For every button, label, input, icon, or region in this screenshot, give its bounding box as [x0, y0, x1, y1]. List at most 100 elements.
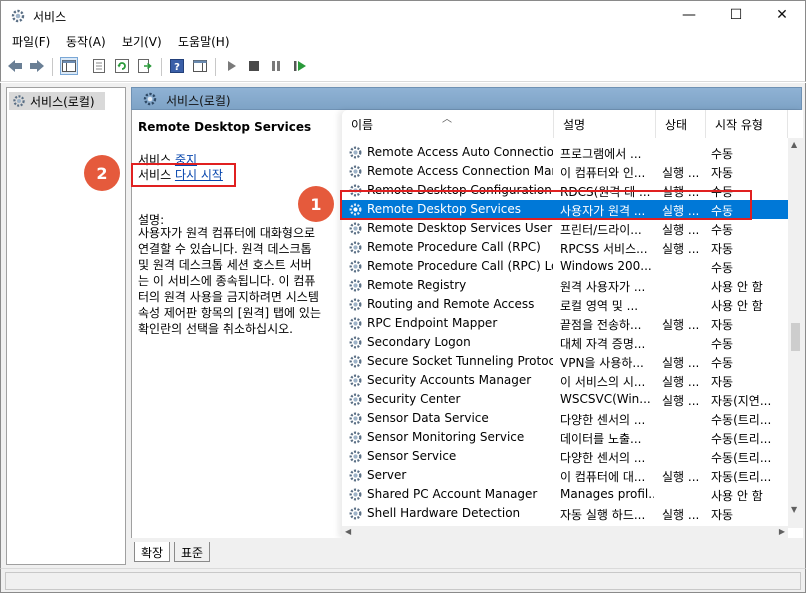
service-description-cell: 이 컴퓨터와 인...	[560, 166, 646, 180]
restart-icon	[294, 61, 306, 71]
service-startup-type: 수동	[711, 204, 734, 218]
refresh-button[interactable]	[113, 57, 131, 75]
menu-file[interactable]: 파일(F)	[12, 33, 50, 50]
column-label-description: 설명	[563, 117, 586, 132]
service-gear-icon	[349, 165, 362, 178]
service-row[interactable]: Security Center WSCSVC(Win... 실행 ... 자동(지연.…	[342, 390, 788, 409]
service-row[interactable]: Remote Desktop Configuration RDCS(원격 데 ..…	[342, 181, 788, 200]
service-gear-icon	[349, 260, 362, 273]
action-pane-icon	[193, 60, 207, 72]
service-row[interactable]: Remote Registry 원격 사용자가 ... 사용 안 함	[342, 276, 788, 295]
service-row-selected[interactable]: Remote Desktop Services 사용자가 원격 ... 실행 ...…	[342, 200, 788, 219]
service-description-cell: 사용자가 원격 ...	[560, 204, 646, 218]
start-service-button[interactable]	[223, 57, 241, 75]
service-startup-type: 수동	[711, 185, 734, 199]
service-gear-icon	[349, 279, 362, 292]
back-button[interactable]	[6, 57, 24, 75]
minimize-icon: —	[682, 7, 696, 23]
service-row[interactable]: Remote Access Auto Connectio... 프로그램에서 ..…	[342, 143, 788, 162]
service-status: 실행 ...	[662, 375, 700, 389]
service-gear-icon	[349, 355, 362, 368]
service-row[interactable]: Shared PC Account Manager Manages profil.…	[342, 485, 788, 504]
service-row[interactable]: Security Accounts Manager 이 서비스의 시... 실행 .…	[342, 371, 788, 390]
vertical-scrollbar[interactable]: ▲ ▼	[788, 138, 803, 528]
service-description-cell: RDCS(원격 데 ...	[560, 185, 651, 199]
service-description-cell: 끝점을 전송하...	[560, 318, 642, 332]
service-name: Remote Registry	[367, 278, 467, 292]
service-row[interactable]: Remote Procedure Call (RPC) RPCSS 서비스... 실…	[342, 238, 788, 257]
selected-service-title: Remote Desktop Services	[138, 120, 312, 134]
service-row[interactable]: Sensor Data Service 다양한 센서의 ... 수동(트리...	[342, 409, 788, 428]
pause-service-button[interactable]	[267, 57, 285, 75]
maximize-button[interactable]: ☐	[713, 0, 759, 30]
close-button[interactable]: ✕	[759, 0, 805, 30]
properties-button[interactable]	[90, 57, 108, 75]
service-name: Remote Procedure Call (RPC)	[367, 240, 541, 254]
refresh-icon	[115, 59, 129, 73]
service-gear-icon	[349, 184, 362, 197]
service-row[interactable]: Remote Access Connection Man... 이 컴퓨터와 인.…	[342, 162, 788, 181]
show-hide-console-tree-button[interactable]	[60, 57, 78, 75]
service-row[interactable]: Remote Desktop Services UserM... 프린터/드라이.…	[342, 219, 788, 238]
service-row[interactable]: Routing and Remote Access 로컬 영역 및 ... 사용 안…	[342, 295, 788, 314]
service-startup-type: 수동	[711, 223, 734, 237]
menu-view[interactable]: 보기(V)	[122, 33, 162, 50]
service-row[interactable]: RPC Endpoint Mapper 끝점을 전송하... 실행 ... 자동	[342, 314, 788, 333]
service-name: Remote Procedure Call (RPC) Lo...	[367, 259, 553, 273]
service-gear-icon	[349, 146, 362, 159]
scroll-right-icon[interactable]: ▶	[779, 527, 785, 536]
column-header-description[interactable]: 설명	[554, 110, 656, 138]
properties-icon	[93, 59, 105, 73]
service-gear-icon	[349, 374, 362, 387]
menu-help[interactable]: 도움말(H)	[178, 33, 230, 50]
service-name: Shell Hardware Detection	[367, 506, 521, 520]
restart-service-link[interactable]: 다시 시작	[175, 168, 223, 182]
service-status: 실행 ...	[662, 185, 700, 199]
menu-action[interactable]: 동작(A)	[66, 33, 106, 50]
tree-item-services-local[interactable]: 서비스(로컬)	[9, 92, 105, 110]
service-row[interactable]: Remote Procedure Call (RPC) Lo... Windows…	[342, 257, 788, 276]
show-action-pane-button[interactable]	[191, 57, 209, 75]
service-startup-type: 수동	[711, 337, 734, 351]
stop-service-button[interactable]	[245, 57, 263, 75]
minimize-button-hit[interactable]: —	[666, 0, 712, 30]
service-row[interactable]: Secondary Logon 대체 자격 증명... 수동	[342, 333, 788, 352]
service-startup-type: 수동(트리...	[711, 413, 772, 427]
toolbar: ?	[0, 52, 806, 82]
service-row[interactable]: Shell Hardware Detection 자동 실행 하드... 실행 ..…	[342, 504, 788, 523]
services-rows: Remote Access Auto Connectio... 프로그램에서 ..…	[342, 138, 788, 528]
help-button[interactable]: ?	[168, 57, 186, 75]
service-gear-icon	[349, 507, 362, 520]
horizontal-scrollbar[interactable]: ◀ ▶	[342, 526, 788, 538]
service-row[interactable]: Server 이 컴퓨터에 대... 실행 ... 자동(트리...	[342, 466, 788, 485]
scroll-up-icon[interactable]: ▲	[791, 140, 797, 149]
service-status: 실행 ...	[662, 356, 700, 370]
service-row[interactable]: Secure Socket Tunneling Protoc... VPN을 사용…	[342, 352, 788, 371]
service-row[interactable]: Sensor Service 다양한 센서의 ... 수동(트리...	[342, 447, 788, 466]
service-gear-icon	[349, 431, 362, 444]
export-list-button[interactable]	[136, 57, 154, 75]
column-header-name[interactable]: 이름 ︿	[342, 110, 554, 138]
column-header-status[interactable]: 상태	[656, 110, 706, 138]
tab-extended[interactable]: 확장	[134, 542, 171, 562]
column-header-startup-type[interactable]: 시작 유형	[706, 110, 788, 138]
service-description-cell: 이 서비스의 시...	[560, 375, 646, 389]
service-description-cell: 로컬 영역 및 ...	[560, 299, 639, 313]
status-bar	[0, 568, 806, 593]
stop-service-link[interactable]: 중지	[175, 153, 197, 167]
service-description-cell: WSCSVC(Win...	[560, 392, 651, 406]
scroll-down-icon[interactable]: ▼	[791, 505, 797, 514]
panel-title: 서비스(로컬)	[166, 94, 231, 108]
export-list-icon	[138, 59, 152, 73]
restart-action-prefix: 서비스	[138, 168, 175, 182]
service-gear-icon	[349, 393, 362, 406]
service-row[interactable]: Sensor Monitoring Service 데이터를 노출... 수동(트리…	[342, 428, 788, 447]
step-badge-2: 2	[84, 155, 120, 191]
forward-button[interactable]	[28, 57, 46, 75]
scroll-left-icon[interactable]: ◀	[345, 527, 351, 536]
restart-service-button[interactable]	[291, 57, 309, 75]
scrollbar-thumb[interactable]	[791, 323, 800, 351]
service-status: 실행 ...	[662, 508, 700, 522]
tab-standard[interactable]: 표준	[174, 542, 211, 562]
service-startup-type: 사용 안 함	[711, 489, 763, 503]
